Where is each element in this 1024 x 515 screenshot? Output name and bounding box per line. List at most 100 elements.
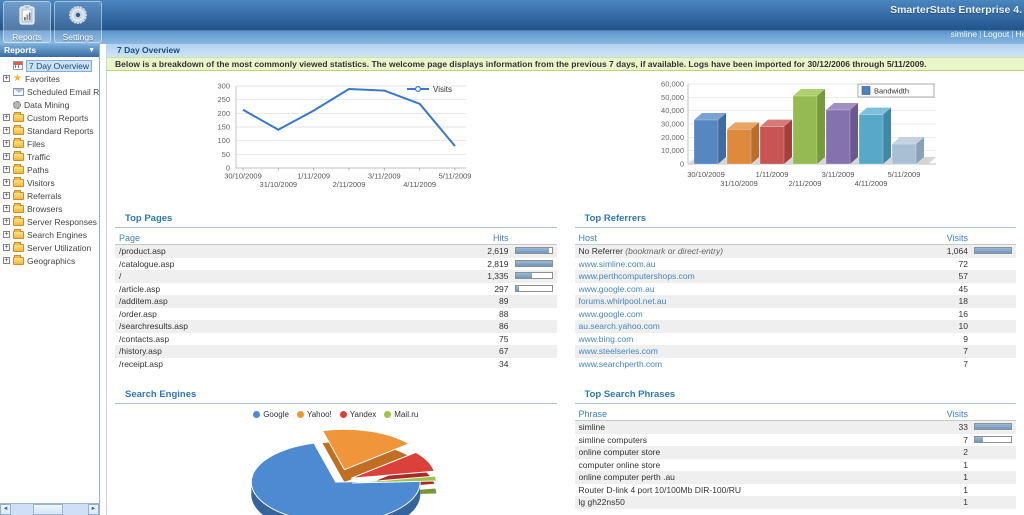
host-label[interactable]: www.perthcomputershops.com <box>579 271 695 281</box>
settings-button-label: Settings <box>63 32 94 42</box>
phrase-column-header[interactable]: Phrase <box>579 409 923 419</box>
sidebar-item-browsers[interactable]: +Browsers <box>0 202 99 215</box>
sidebar-item-label: Geographics <box>27 256 75 266</box>
expand-icon[interactable]: + <box>3 231 10 238</box>
expand-icon[interactable]: + <box>3 114 10 121</box>
sidebar-item-favorites[interactable]: +★Favorites <box>0 72 99 85</box>
visits-column-header[interactable]: Visits <box>922 233 968 243</box>
row-value: 9 <box>922 334 968 344</box>
sidebar-item-custom-reports[interactable]: + Custom Reports <box>0 111 99 124</box>
page-title: 7 Day Overview <box>107 44 1024 57</box>
visits-column-header[interactable]: Visits <box>922 409 968 419</box>
phrase-label: Router D-link 4 port 10/100Mb DIR-100/RU <box>579 485 742 495</box>
row-value: 1,335 <box>463 271 509 281</box>
svg-text:40,000: 40,000 <box>661 106 684 115</box>
sidebar-item-paths[interactable]: +Paths <box>0 163 99 176</box>
sidebar-item-scheduled-email-reports[interactable]: Scheduled Email Reports <box>0 85 99 98</box>
top-referrers-section: Top Referrers Host Visits No Referrer (b… <box>575 210 1017 370</box>
scroll-left-icon[interactable]: ◄ <box>0 504 11 515</box>
expand-icon[interactable]: + <box>3 75 10 82</box>
row-value: 2 <box>922 447 968 457</box>
value-bar <box>515 247 553 254</box>
host-label[interactable]: www.google.com.au <box>579 284 655 294</box>
expand-icon[interactable]: + <box>3 257 10 264</box>
email-icon <box>13 88 24 96</box>
row-value: 7 <box>922 435 968 445</box>
sidebar-item-7-day-overview[interactable]: 7 Day Overview <box>0 59 99 72</box>
host-label[interactable]: www.bing.com <box>579 334 634 344</box>
page-column-header[interactable]: Page <box>119 233 463 243</box>
svg-text:4/11/2009: 4/11/2009 <box>404 180 437 189</box>
sidebar-item-label: Custom Reports <box>27 113 88 123</box>
user-link-help[interactable]: Help <box>1016 29 1024 39</box>
reports-button[interactable]: Reports <box>3 1 51 43</box>
table-row: computer online store1 <box>575 459 1017 472</box>
sidebar-item-geographics[interactable]: + Geographics <box>0 254 99 267</box>
table-row: www.searchperth.com7 <box>575 358 1017 371</box>
sidebar-item-server-utilization[interactable]: +Server Utilization <box>0 241 99 254</box>
host-label[interactable]: www.simline.com.au <box>579 259 656 269</box>
user-link-simline[interactable]: simline <box>951 29 977 39</box>
expand-icon[interactable]: + <box>3 218 10 225</box>
value-bar <box>974 436 1012 443</box>
star-icon: ★ <box>13 74 22 84</box>
settings-button[interactable]: Settings <box>54 1 102 43</box>
expand-icon[interactable]: + <box>3 192 10 199</box>
folder-icon <box>13 257 24 265</box>
page-label: /contacts.asp <box>119 334 169 344</box>
scrollbar-thumb[interactable] <box>33 504 64 515</box>
legend-dot <box>297 411 304 418</box>
phrase-label: simline computers <box>579 435 648 445</box>
svg-text:100: 100 <box>218 136 231 145</box>
collapse-panel-icon[interactable]: ▼ <box>88 44 95 57</box>
host-label[interactable]: au.search.yahoo.com <box>579 321 660 331</box>
visits-chart-panel: 05010015020025030030/10/200931/10/20091/… <box>107 76 566 198</box>
bandwidth-chart-panel: 010,00020,00030,00040,00050,00060,00030/… <box>566 76 1024 198</box>
sidebar-item-files[interactable]: +Files <box>0 137 99 150</box>
sidebar-item-data-mining[interactable]: Data Mining <box>0 98 99 111</box>
link-separator: | <box>1009 29 1015 39</box>
sidebar-header-label: Reports <box>4 44 36 57</box>
host-label[interactable]: www.steelseries.com <box>579 346 658 356</box>
sidebar-item-visitors[interactable]: +Visitors <box>0 176 99 189</box>
user-link-logout[interactable]: Logout <box>983 29 1009 39</box>
expand-icon[interactable]: + <box>3 166 10 173</box>
report-tree: 7 Day Overview+★FavoritesScheduled Email… <box>0 57 99 503</box>
row-value: 57 <box>922 271 968 281</box>
row-value: 34 <box>463 359 509 369</box>
hits-column-header[interactable]: Hits <box>463 233 509 243</box>
table-row: simline computers 7 <box>575 434 1017 447</box>
page-label: /article.asp <box>119 284 160 294</box>
host-label[interactable]: www.google.com <box>579 309 643 319</box>
sidebar-item-referrals[interactable]: +Referrals <box>0 189 99 202</box>
table-row: online computer perth .au1 <box>575 471 1017 484</box>
table-row: /1,335 <box>115 270 557 283</box>
expand-icon[interactable]: + <box>3 179 10 186</box>
expand-icon[interactable]: + <box>3 127 10 134</box>
row-value: 10 <box>922 321 968 331</box>
svg-text:30,000: 30,000 <box>661 120 684 129</box>
toolbar-buttons: Reports Settings <box>3 1 102 43</box>
expand-icon[interactable]: + <box>3 140 10 147</box>
sidebar-item-standard-reports[interactable]: + Standard Reports <box>0 124 99 137</box>
row-value: 1 <box>922 485 968 495</box>
value-bar <box>515 272 553 279</box>
sidebar-item-server-responses[interactable]: +Server Responses <box>0 215 99 228</box>
expand-icon[interactable]: + <box>3 205 10 212</box>
host-column-header[interactable]: Host <box>579 233 923 243</box>
folder-icon <box>13 153 24 161</box>
host-label[interactable]: www.searchperth.com <box>579 359 663 369</box>
row-value: 16 <box>922 309 968 319</box>
page-label: /searchresults.asp <box>119 321 188 331</box>
sidebar-item-label: Standard Reports <box>27 126 94 136</box>
expand-icon[interactable]: + <box>3 244 10 251</box>
host-label[interactable]: forums.whirlpool.net.au <box>579 296 667 306</box>
scroll-right-icon[interactable]: ► <box>88 504 99 515</box>
svg-text:Bandwidth: Bandwidth <box>874 87 909 96</box>
content-columns: Reports ▼ 7 Day Overview+★FavoritesSched… <box>0 44 1024 515</box>
sidebar-item-search-engines[interactable]: +Search Engines <box>0 228 99 241</box>
expand-icon[interactable]: + <box>3 153 10 160</box>
scrollbar-track[interactable] <box>11 504 88 515</box>
svg-text:1/11/2009: 1/11/2009 <box>755 170 788 179</box>
sidebar-item-traffic[interactable]: +Traffic <box>0 150 99 163</box>
